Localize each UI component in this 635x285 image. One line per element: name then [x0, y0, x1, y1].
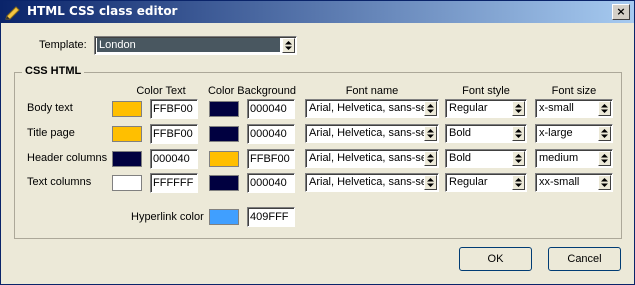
font-size-select[interactable]: x-large — [535, 124, 613, 143]
bg-color-swatch[interactable] — [209, 126, 239, 142]
cancel-button[interactable]: Cancel — [548, 247, 621, 271]
bg-color-swatch[interactable] — [209, 175, 239, 191]
spin-arrows-icon[interactable] — [282, 38, 295, 53]
font-size-select[interactable]: medium — [535, 149, 613, 168]
font-name-select[interactable]: Arial, Helvetica, sans-se — [305, 99, 439, 118]
template-select[interactable]: London — [94, 36, 297, 55]
text-color-swatch[interactable] — [112, 151, 142, 167]
font-size-value: x-small — [539, 102, 574, 114]
text-color-swatch[interactable] — [112, 101, 142, 117]
bg-color-field[interactable]: FFBF00 — [247, 149, 295, 169]
spin-arrows-icon[interactable] — [512, 175, 525, 190]
font-name-value: Arial, Helvetica, sans-se — [309, 152, 427, 164]
font-size-value: xx-small — [539, 176, 580, 188]
pencil-icon — [5, 6, 20, 20]
font-style-value: Bold — [449, 127, 472, 139]
spin-arrows-icon[interactable] — [424, 101, 437, 116]
ok-button[interactable]: OK — [459, 247, 532, 271]
col-header-font-name: Font name — [345, 85, 399, 97]
spin-arrows-icon[interactable] — [598, 175, 611, 190]
template-value: London — [97, 38, 280, 52]
close-button[interactable]: × — [612, 4, 630, 20]
title-bar[interactable]: HTML CSS class editor × — [1, 1, 634, 23]
font-name-select[interactable]: Arial, Helvetica, sans-se — [305, 173, 439, 192]
spin-arrows-icon[interactable] — [598, 151, 611, 166]
bg-color-field[interactable]: 000040 — [247, 99, 295, 119]
bg-color-swatch[interactable] — [209, 151, 239, 167]
font-name-select[interactable]: Arial, Helvetica, sans-se — [305, 124, 439, 143]
font-style-value: Regular — [449, 176, 488, 188]
bg-color-field[interactable]: 000040 — [247, 173, 295, 193]
text-color-field[interactable]: FFBF00 — [150, 124, 198, 144]
spin-arrows-icon[interactable] — [598, 126, 611, 141]
col-header-color-background: Color Background — [207, 85, 297, 97]
spin-arrows-icon[interactable] — [512, 101, 525, 116]
spin-arrows-icon[interactable] — [512, 126, 525, 141]
hyperlink-color-field[interactable]: 409FFF — [247, 207, 295, 227]
font-style-value: Regular — [449, 102, 488, 114]
font-style-value: Bold — [449, 152, 472, 164]
spin-arrows-icon[interactable] — [424, 151, 437, 166]
row-label: Title page — [27, 127, 75, 139]
bg-color-field[interactable]: 000040 — [247, 124, 295, 144]
font-style-select[interactable]: Bold — [445, 149, 527, 168]
font-size-value: x-large — [539, 127, 573, 139]
bg-color-swatch[interactable] — [209, 101, 239, 117]
font-size-select[interactable]: xx-small — [535, 173, 613, 192]
font-name-value: Arial, Helvetica, sans-se — [309, 102, 427, 114]
col-header-font-style: Font style — [462, 85, 510, 97]
spin-arrows-icon[interactable] — [424, 175, 437, 190]
dialog-window: HTML CSS class editor × Template: London… — [0, 0, 635, 285]
template-label: Template: — [39, 39, 87, 51]
text-color-swatch[interactable] — [112, 175, 142, 191]
hyperlink-color-swatch[interactable] — [209, 209, 239, 225]
font-style-select[interactable]: Regular — [445, 173, 527, 192]
spin-arrows-icon[interactable] — [424, 126, 437, 141]
font-name-select[interactable]: Arial, Helvetica, sans-se — [305, 149, 439, 168]
font-style-select[interactable]: Regular — [445, 99, 527, 118]
text-color-field[interactable]: FFFFFF — [150, 173, 198, 193]
row-label: Text columns — [27, 176, 92, 188]
css-html-group-label: CSS HTML — [22, 65, 85, 77]
text-color-field[interactable]: 000040 — [150, 149, 198, 169]
col-header-font-size: Font size — [551, 85, 597, 97]
font-size-select[interactable]: x-small — [535, 99, 613, 118]
hyperlink-label: Hyperlink color — [131, 211, 204, 223]
window-title: HTML CSS class editor — [27, 4, 178, 18]
font-size-value: medium — [539, 152, 579, 164]
text-color-field[interactable]: FFBF00 — [150, 99, 198, 119]
text-color-swatch[interactable] — [112, 126, 142, 142]
spin-arrows-icon[interactable] — [598, 101, 611, 116]
spin-arrows-icon[interactable] — [512, 151, 525, 166]
row-label: Body text — [27, 102, 73, 114]
row-label: Header columns — [27, 152, 108, 164]
font-style-select[interactable]: Bold — [445, 124, 527, 143]
font-name-value: Arial, Helvetica, sans-se — [309, 176, 427, 188]
font-name-value: Arial, Helvetica, sans-se — [309, 127, 427, 139]
col-header-color-text: Color Text — [136, 85, 186, 97]
